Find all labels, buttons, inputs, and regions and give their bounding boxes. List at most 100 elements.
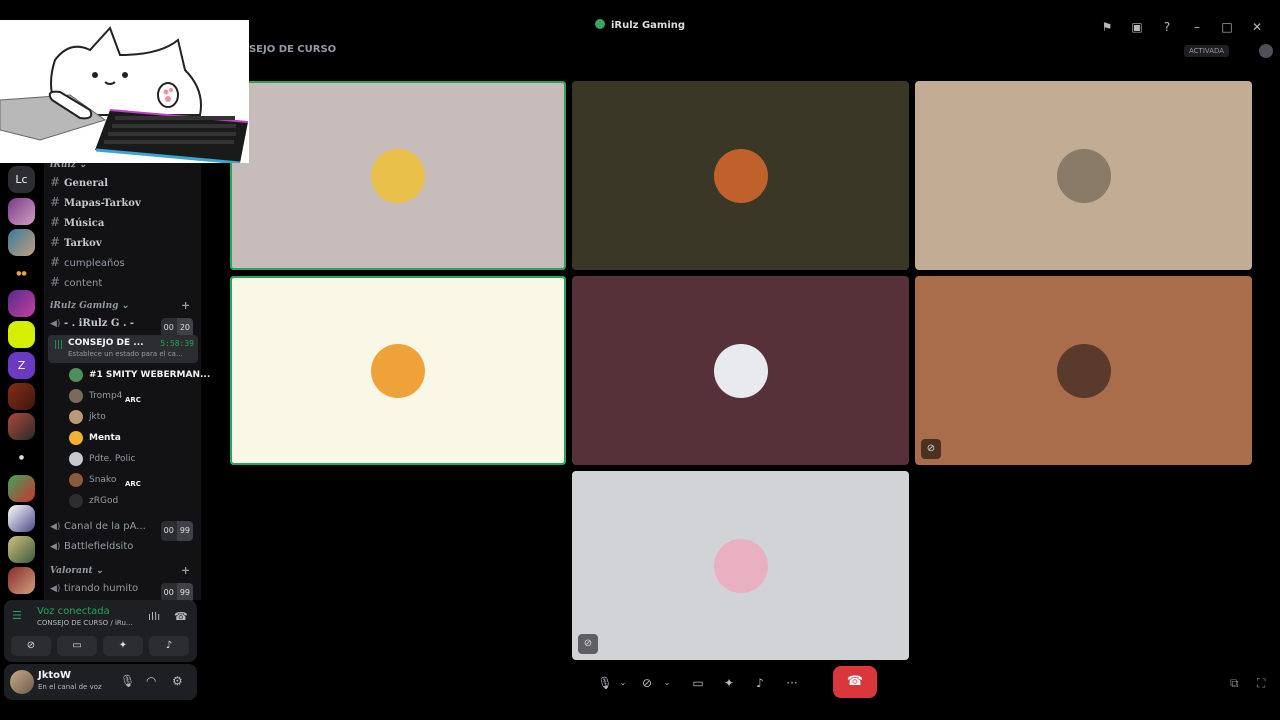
speaker-icon: ◀) — [50, 522, 61, 532]
voice-member[interactable]: Snako ARC — [69, 470, 195, 490]
bongo-cat-overlay — [0, 20, 249, 163]
microphone-icon[interactable]: 🎙 — [594, 668, 616, 698]
avatar — [69, 368, 83, 382]
server-icon-5[interactable] — [8, 321, 35, 348]
avatar — [1056, 343, 1111, 398]
server-icon-11[interactable] — [8, 505, 35, 532]
video-tile[interactable]: ⊘ — [572, 471, 909, 660]
channel-content[interactable]: # content — [50, 273, 197, 291]
server-icon-4[interactable] — [8, 290, 35, 317]
server-icon-3[interactable]: ●● — [8, 260, 35, 287]
fullscreen-icon[interactable]: ⛶ — [1257, 676, 1265, 691]
voice-connected-panel: ☰ Voz conectada CONSEJO DE CURSO / iRu..… — [4, 600, 197, 662]
server-lc[interactable]: Lc — [8, 166, 35, 193]
soundboard-icon[interactable]: ♪ — [744, 668, 776, 698]
voice-channel-canal[interactable]: ◀) Canal de la pA... 00 99 — [50, 518, 197, 541]
video-tile[interactable] — [230, 276, 566, 465]
share-screen-button[interactable]: ▭ — [57, 636, 97, 656]
video-tile[interactable] — [230, 81, 566, 270]
server-icon-7[interactable] — [8, 383, 35, 410]
channel-musica[interactable]: # Música — [50, 213, 197, 231]
camera-off-icon: ⊘ — [578, 634, 598, 654]
hash-icon: # — [50, 175, 61, 189]
server-icon-12[interactable] — [8, 536, 35, 563]
voice-member[interactable]: Menta — [69, 428, 195, 448]
channel-mapas-tarkov[interactable]: # Mapas-Tarkov — [50, 193, 197, 211]
avatar — [69, 431, 83, 445]
voice-activity-icon: ||| — [54, 340, 64, 350]
voice-member[interactable]: Tromp4 ARC — [69, 386, 195, 406]
avatar — [69, 494, 83, 508]
server-icon-13[interactable] — [8, 567, 35, 594]
window-controls: ⚑ ▣ ? – □ ✕ — [1092, 18, 1272, 36]
disconnect-button[interactable]: ☎ — [833, 666, 877, 698]
server-icon-6[interactable]: Z — [8, 352, 35, 379]
share-screen-icon[interactable]: ▭ — [682, 668, 714, 698]
noise-suppression-icon[interactable]: ıllı — [148, 610, 160, 623]
server-icon — [594, 19, 605, 29]
avatar — [69, 410, 83, 424]
help-icon[interactable]: ? — [1152, 18, 1182, 36]
disconnect-icon[interactable]: ☎ — [174, 610, 188, 623]
add-channel-icon[interactable]: + — [181, 299, 190, 312]
channel-cumpleanos[interactable]: # cumpleaños — [50, 253, 197, 271]
voice-member[interactable]: Pdte. Polic — [69, 449, 195, 469]
pop-out-icon[interactable]: ⧉ — [1230, 676, 1239, 691]
avatar — [371, 148, 425, 203]
category-irulz-gaming[interactable]: iRulz Gaming ⌄ + — [50, 299, 190, 312]
chevron-down-icon[interactable]: ⌄ — [660, 668, 674, 698]
flag-icon[interactable]: ⚑ — [1092, 18, 1122, 36]
chat-icon[interactable] — [1259, 44, 1273, 58]
minimize-icon[interactable]: – — [1182, 18, 1212, 36]
server-icon-10[interactable] — [8, 475, 35, 502]
server-icon-2[interactable] — [8, 229, 35, 256]
server-icon-1[interactable] — [8, 198, 35, 225]
video-tile[interactable] — [572, 276, 909, 465]
maximize-icon[interactable]: □ — [1212, 18, 1242, 36]
close-icon[interactable]: ✕ — [1242, 18, 1272, 36]
activities-button[interactable]: ✦ — [103, 636, 143, 656]
server-icon-8[interactable] — [8, 413, 35, 440]
channel-general[interactable]: # General — [50, 173, 197, 191]
chevron-down-icon[interactable]: ⌄ — [616, 668, 630, 698]
active-voice-channel[interactable]: ||| CONSEJO DE ... 5:58:39 Establece un … — [48, 335, 198, 363]
avatar — [69, 473, 83, 487]
avatar[interactable] — [10, 670, 34, 694]
signal-icon[interactable]: ☰ — [12, 609, 30, 627]
camera-off-icon: ⊘ — [921, 439, 941, 459]
headphones-icon[interactable]: ◠ — [146, 674, 156, 688]
camera-off-icon[interactable]: ⊘ — [634, 668, 660, 698]
channel-tarkov[interactable]: # Tarkov — [50, 233, 197, 251]
speaker-icon: ◀) — [50, 584, 61, 594]
inbox-icon[interactable]: ▣ — [1122, 18, 1152, 36]
soundboard-button[interactable]: ♪ — [149, 636, 189, 656]
avatar — [713, 343, 768, 398]
more-options-icon[interactable]: ··· — [776, 668, 808, 698]
gear-icon[interactable]: ⚙ — [172, 674, 183, 688]
activity-badge[interactable]: ACTIVADA — [1184, 45, 1230, 57]
voice-member[interactable]: #1 SMITY WEBERMAN... — [69, 365, 210, 385]
hash-icon: # — [50, 195, 61, 209]
add-channel-icon[interactable]: + — [181, 564, 190, 577]
hash-icon: # — [50, 275, 61, 289]
avatar — [69, 452, 83, 466]
video-tile[interactable]: ⊘ — [915, 276, 1252, 465]
microphone-icon[interactable]: 🎙 — [120, 674, 135, 688]
category-valorant[interactable]: Valorant ⌄ + — [50, 564, 190, 577]
video-tile[interactable] — [572, 81, 909, 270]
video-tile[interactable] — [915, 81, 1252, 270]
server-icon-9[interactable]: ● — [8, 444, 35, 471]
voice-channel-lobby[interactable]: ◀) - . iRulz G . - 00 20 — [50, 315, 197, 338]
hash-icon: # — [50, 255, 61, 269]
hash-icon: # — [50, 235, 61, 249]
activities-icon[interactable]: ✦ — [714, 668, 744, 698]
avatar — [713, 538, 768, 593]
voice-member[interactable]: zRGod — [69, 491, 195, 511]
camera-off-button[interactable]: ⊘ — [11, 636, 51, 656]
avatar — [1056, 148, 1111, 203]
voice-channel-tirando-humito[interactable]: ◀) tirando humito 00 99 — [50, 580, 197, 603]
voice-member[interactable]: jkto — [69, 407, 195, 427]
avatar — [69, 389, 83, 403]
voice-channel-battlefieldsito[interactable]: ◀) Battlefieldsito — [50, 538, 197, 556]
avatar — [713, 148, 768, 203]
